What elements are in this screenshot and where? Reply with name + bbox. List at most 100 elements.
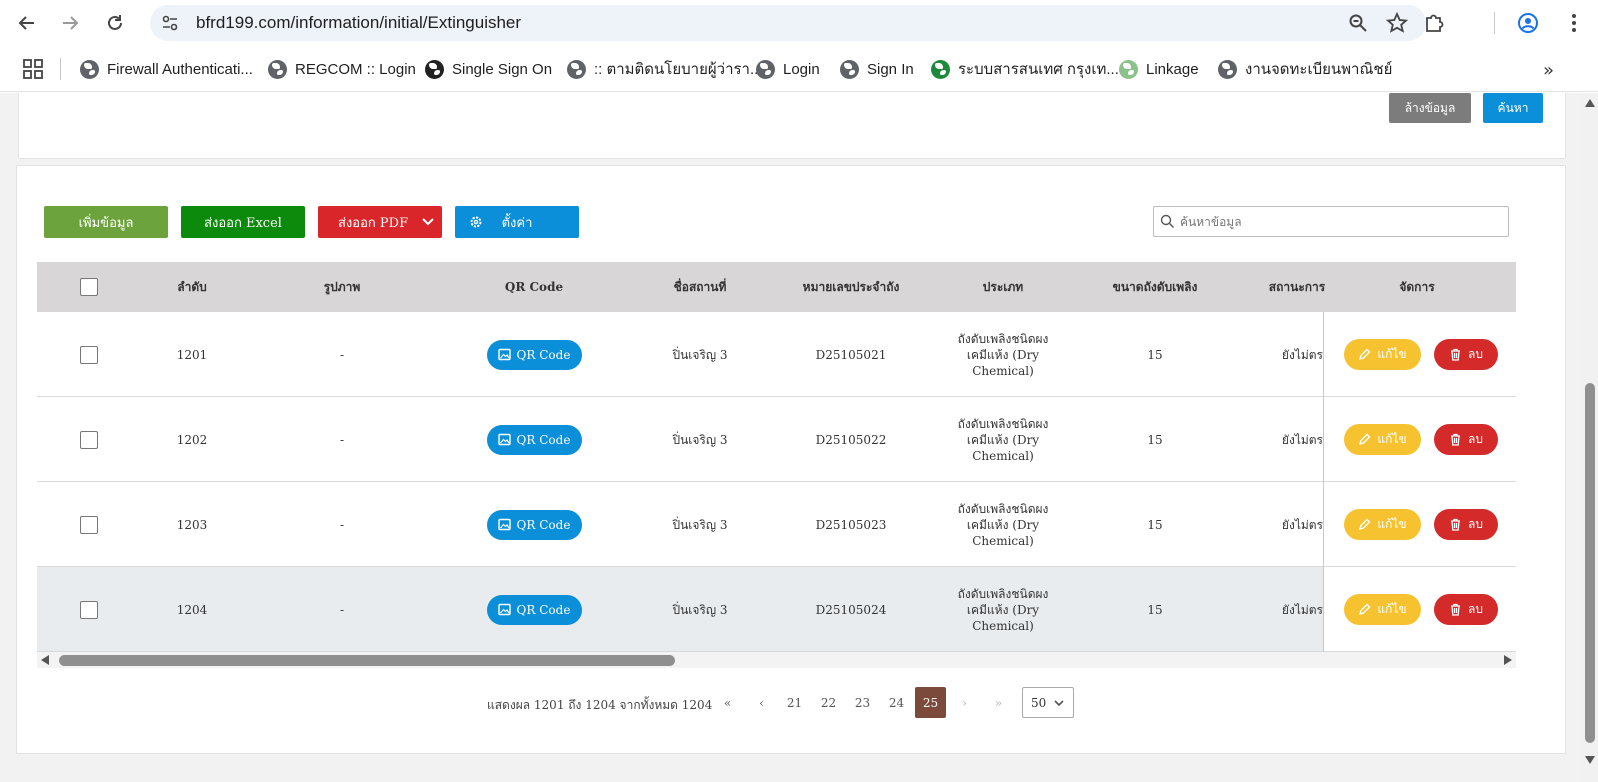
row-tank-number: D25105023 xyxy=(815,517,887,532)
last-page-button[interactable]: » xyxy=(983,687,1014,718)
row-checkbox[interactable] xyxy=(80,345,98,364)
qr-cell: QR Code xyxy=(484,567,584,652)
delete-button[interactable]: ลบ xyxy=(1434,339,1498,370)
delete-button[interactable]: ลบ xyxy=(1434,594,1498,625)
first-page-button[interactable]: « xyxy=(712,687,743,718)
scroll-left-arrow-icon[interactable] xyxy=(41,655,49,665)
row-size: 15 xyxy=(1147,347,1163,362)
row-checkbox[interactable] xyxy=(80,430,98,449)
table-row[interactable]: 1201 - QR Code ปิ่นเจริญ 3 D25105021 ถัง… xyxy=(37,312,1516,397)
puzzle-icon xyxy=(1426,14,1444,32)
column-header[interactable]: สถานะการ xyxy=(1247,262,1347,312)
more-bookmarks-icon[interactable]: » xyxy=(1543,60,1554,81)
table-row[interactable]: 1204 - QR Code ปิ่นเจริญ 3 D25105024 ถัง… xyxy=(37,567,1516,652)
next-page-button[interactable]: › xyxy=(949,687,980,718)
bookmark-item[interactable]: Sign In xyxy=(840,58,914,80)
page-button[interactable]: 22 xyxy=(813,687,844,718)
row-tank-number: D25105024 xyxy=(815,602,887,617)
edit-label: แก้ไข xyxy=(1377,347,1407,361)
actions-cell: แก้ไข ลบ xyxy=(1324,482,1516,567)
bookmark-star-icon[interactable] xyxy=(1386,12,1408,34)
bookmark-item[interactable]: Firewall Authenticati... xyxy=(80,58,253,80)
column-header[interactable]: ขนาดถังดับเพลิง xyxy=(1095,262,1215,312)
address-bar[interactable]: bfrd199.com/information/initial/Extingui… xyxy=(150,5,1426,41)
bookmarks-bar: Firewall Authenticati... REGCOM :: Login… xyxy=(0,46,1598,92)
actions-cell: แก้ไข ลบ xyxy=(1324,397,1516,482)
bookmark-item[interactable]: REGCOM :: Login xyxy=(268,58,416,80)
qr-code-button[interactable]: QR Code xyxy=(486,594,582,625)
export-pdf-button[interactable]: ส่งออก PDF xyxy=(318,206,442,238)
edit-button[interactable]: แก้ไข xyxy=(1344,339,1421,370)
globe-icon xyxy=(756,59,775,79)
edit-button[interactable]: แก้ไข xyxy=(1344,594,1421,625)
qr-code-button[interactable]: QR Code xyxy=(486,509,582,540)
row-select-cell xyxy=(67,312,111,397)
column-header[interactable]: รูปภาพ xyxy=(292,262,392,312)
page-button[interactable]: 24 xyxy=(881,687,912,718)
bookmark-item[interactable]: ระบบสารสนเทศ กรุงเท... xyxy=(931,58,1119,80)
column-header[interactable]: ประเภท xyxy=(953,262,1053,312)
edit-button[interactable]: แก้ไข xyxy=(1344,424,1421,455)
column-header[interactable]: ลำดับ xyxy=(152,262,232,312)
column-header[interactable]: ชื่อสถานที่ xyxy=(650,262,750,312)
edit-label: แก้ไข xyxy=(1377,432,1407,446)
page-button[interactable]: 21 xyxy=(779,687,810,718)
scroll-up-arrow-icon[interactable] xyxy=(1585,99,1595,107)
reload-button[interactable] xyxy=(101,9,129,37)
settings-button[interactable]: ตั้งค่า xyxy=(455,206,579,238)
add-button[interactable]: เพิ่มข้อมูล xyxy=(44,206,168,238)
table-row[interactable]: 1202 - QR Code ปิ่นเจริญ 3 D25105022 ถัง… xyxy=(37,397,1516,482)
search-input[interactable] xyxy=(1180,211,1500,233)
chevron-down-icon[interactable] xyxy=(414,206,442,238)
apps-grid-icon[interactable] xyxy=(22,58,44,80)
site-settings-icon[interactable] xyxy=(160,13,180,33)
scrollbar-thumb[interactable] xyxy=(59,655,675,666)
table-horizontal-scrollbar[interactable] xyxy=(37,652,1516,668)
bookmark-item[interactable]: งานจดทะเบียนพาณิชย์ xyxy=(1218,58,1392,80)
url-text[interactable]: bfrd199.com/information/initial/Extingui… xyxy=(196,13,521,33)
menu-button[interactable] xyxy=(1560,9,1588,37)
edit-label: แก้ไข xyxy=(1377,602,1407,616)
sso-icon xyxy=(425,59,444,79)
forward-button[interactable] xyxy=(56,9,84,37)
select-all-checkbox[interactable] xyxy=(80,278,98,296)
edit-button[interactable]: แก้ไข xyxy=(1344,509,1421,540)
page-scrollbar-thumb[interactable] xyxy=(1585,383,1595,743)
bma-icon xyxy=(931,59,950,79)
export-excel-button[interactable]: ส่งออก Excel xyxy=(181,206,305,238)
page-content: ล้างข้อมูล ค้นหา เพิ่มข้อมูล ส่งออก Exce… xyxy=(0,93,1598,782)
bookmark-item[interactable]: Linkage xyxy=(1119,58,1199,80)
row-checkbox[interactable] xyxy=(80,515,98,534)
data-card: เพิ่มข้อมูล ส่งออก Excel ส่งออก PDF ตั้ง… xyxy=(16,165,1566,754)
page-size-select[interactable]: 50 xyxy=(1022,687,1074,718)
scroll-right-arrow-icon[interactable] xyxy=(1504,655,1512,665)
delete-button[interactable]: ลบ xyxy=(1434,509,1498,540)
page-button-active[interactable]: 25 xyxy=(915,687,946,718)
zoom-icon[interactable] xyxy=(1348,13,1368,33)
profile-button[interactable] xyxy=(1514,9,1542,37)
row-image: - xyxy=(339,432,345,447)
bookmark-item[interactable]: :: ตามติดนโยบายผู้ว่ารา... xyxy=(567,58,763,80)
clear-button[interactable]: ล้างข้อมูล xyxy=(1389,93,1471,123)
row-tank-number: D25105022 xyxy=(815,432,887,447)
extensions-button[interactable] xyxy=(1420,9,1448,37)
table-row[interactable]: 1203 - QR Code ปิ่นเจริญ 3 D25105023 ถัง… xyxy=(37,482,1516,567)
prev-page-button[interactable]: ‹ xyxy=(746,687,777,718)
scroll-down-arrow-icon[interactable] xyxy=(1585,756,1595,764)
bookmark-item[interactable]: Login xyxy=(756,58,820,80)
bookmark-item[interactable]: Single Sign On xyxy=(425,58,552,80)
back-button[interactable] xyxy=(13,9,41,37)
column-header[interactable]: QR Code xyxy=(484,262,584,312)
search-button[interactable]: ค้นหา xyxy=(1483,93,1543,123)
actions-cell: แก้ไข ลบ xyxy=(1324,567,1516,652)
page-vertical-scrollbar[interactable] xyxy=(1582,93,1598,782)
qr-cell: QR Code xyxy=(484,482,584,567)
delete-button[interactable]: ลบ xyxy=(1434,424,1498,455)
row-checkbox[interactable] xyxy=(80,600,98,619)
arrow-right-icon xyxy=(63,16,79,30)
qr-cell: QR Code xyxy=(484,397,584,482)
page-button[interactable]: 23 xyxy=(847,687,878,718)
qr-code-button[interactable]: QR Code xyxy=(486,339,582,370)
column-header[interactable]: หมายเลขประจำถัง xyxy=(781,262,921,312)
qr-code-button[interactable]: QR Code xyxy=(486,424,582,455)
